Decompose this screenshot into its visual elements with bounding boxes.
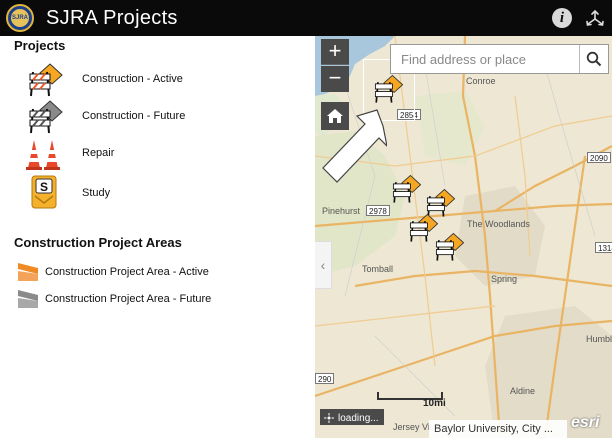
- legend-item-repair: Repair: [0, 136, 315, 172]
- share-button[interactable]: [583, 6, 607, 30]
- construction-active-marker[interactable]: [372, 72, 406, 106]
- construction-active-marker[interactable]: [390, 172, 424, 206]
- legend-label-area-active: Construction Project Area - Active: [45, 266, 209, 278]
- areas-heading: Construction Project Areas: [14, 235, 182, 250]
- search-box: [390, 44, 609, 74]
- place-label: The Woodlands: [467, 219, 530, 229]
- legend-label-area-future: Construction Project Area - Future: [45, 293, 212, 305]
- legend-label-repair: Repair: [82, 147, 115, 159]
- info-button[interactable]: i: [550, 6, 574, 30]
- info-icon: i: [552, 8, 572, 28]
- road-shield: 290: [315, 373, 335, 384]
- legend-label-study: Study: [82, 187, 111, 199]
- zoom-out-button[interactable]: −: [321, 66, 349, 92]
- esri-logo: esri: [571, 414, 600, 431]
- place-label: Jersey Vil: [393, 422, 432, 432]
- search-button[interactable]: [579, 45, 608, 73]
- legend-item-area-future: Construction Project Area - Future: [0, 288, 315, 310]
- search-input[interactable]: [391, 45, 579, 73]
- area-future-icon: [18, 290, 38, 308]
- legend-item-study: S Study: [0, 174, 315, 210]
- legend-panel: Projects Construction - Active Construct…: [0, 36, 315, 438]
- legend-item-construction-future: Construction - Future: [0, 99, 315, 135]
- place-label: Tomball: [362, 264, 394, 274]
- road-shield: 2090: [587, 152, 611, 163]
- projects-heading: Projects: [14, 38, 66, 53]
- repair-icon: [26, 140, 60, 170]
- road-shield: 1314: [595, 242, 612, 253]
- home-button[interactable]: [321, 102, 349, 130]
- map-attribution[interactable]: Baylor University, City ...: [429, 420, 567, 438]
- study-icon: S: [31, 175, 57, 209]
- panel-collapse-button[interactable]: ‹: [315, 241, 332, 289]
- legend-item-area-active: Construction Project Area - Active: [0, 261, 315, 283]
- page-title: SJRA Projects: [46, 7, 178, 29]
- construction-active-icon: [29, 63, 63, 97]
- search-icon: [586, 51, 602, 67]
- legend-label-construction-active: Construction - Active: [82, 73, 183, 85]
- home-icon: [327, 109, 343, 123]
- road-shield: 2978: [366, 205, 390, 216]
- zoom-in-button[interactable]: +: [321, 39, 349, 65]
- locate-icon: [324, 413, 334, 423]
- place-label: Spring: [491, 274, 518, 284]
- loading-label: loading...: [338, 412, 379, 424]
- place-label: Pinehurst: [322, 206, 361, 216]
- app-root: SJRA SJRA Projects i Projects Constructi…: [0, 0, 612, 438]
- app-header: SJRA SJRA Projects i: [0, 0, 612, 36]
- scale-label: 10mi: [423, 398, 446, 409]
- area-active-icon: [18, 263, 38, 281]
- share-icon: [586, 9, 604, 26]
- legend-label-construction-future: Construction - Future: [82, 110, 186, 122]
- sjra-logo: SJRA: [6, 4, 34, 32]
- construction-future-icon: [29, 100, 63, 134]
- svg-text:S: S: [40, 180, 48, 194]
- loading-indicator[interactable]: loading...: [320, 409, 384, 425]
- place-label: Conroe: [466, 76, 496, 86]
- place-label: Humble: [586, 334, 612, 344]
- sjra-logo-text: SJRA: [11, 9, 29, 27]
- map-view[interactable]: Conroe Pinehurst The Woodlands Tomball S…: [315, 36, 612, 438]
- construction-active-marker[interactable]: [433, 230, 467, 264]
- place-label: Aldine: [510, 386, 536, 396]
- legend-item-construction-active: Construction - Active: [0, 62, 315, 98]
